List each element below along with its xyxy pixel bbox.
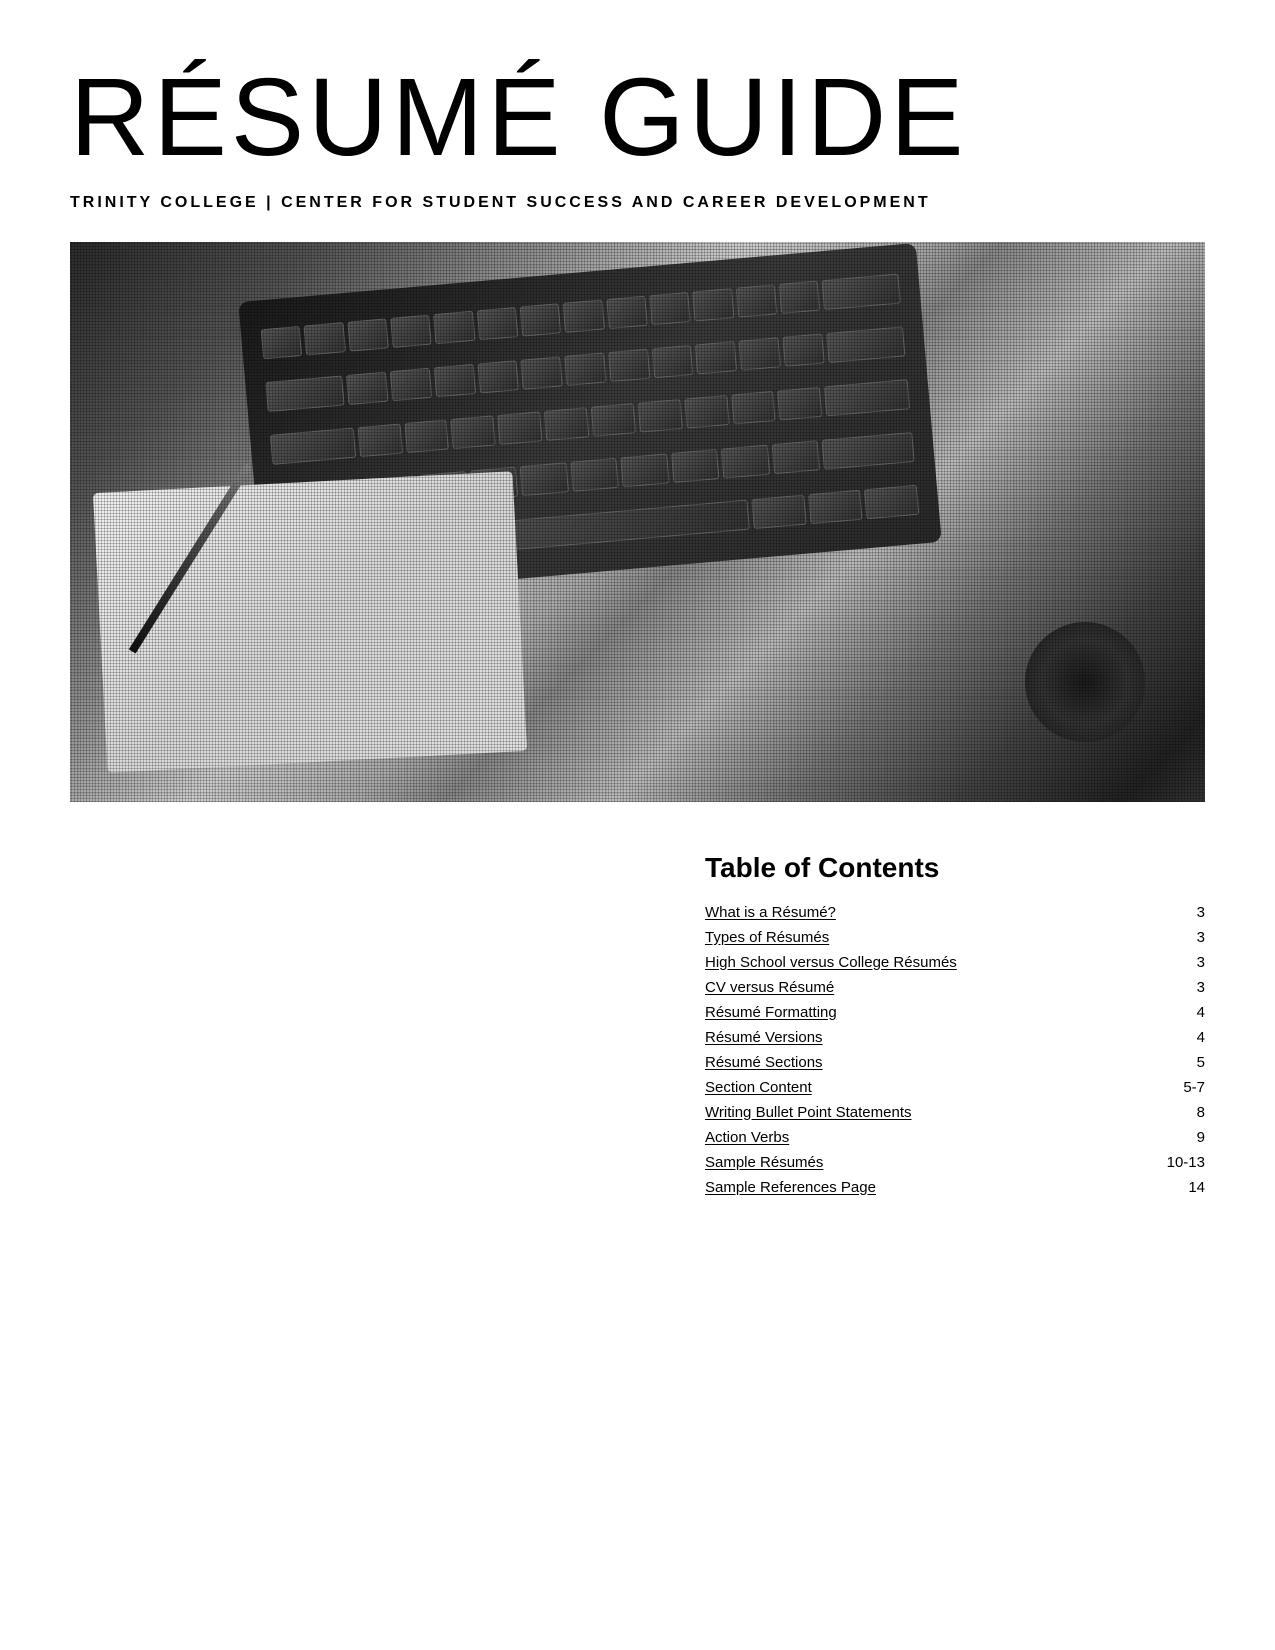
toc-page-number: 5: [1165, 1054, 1205, 1071]
toc-link[interactable]: Types of Résumés: [705, 929, 829, 946]
toc-page-number: 3: [1165, 954, 1205, 971]
toc-item: Résumé Formatting 4: [705, 1004, 1205, 1021]
toc-page-number: 5-7: [1165, 1079, 1205, 1096]
toc-item: Résumé Versions 4: [705, 1029, 1205, 1046]
toc-page-number: 14: [1165, 1179, 1205, 1196]
toc-item: Sample Résumés 10-13: [705, 1154, 1205, 1171]
toc-link[interactable]: High School versus College Résumés: [705, 954, 957, 971]
hero-image: [70, 242, 1205, 802]
toc-item: Writing Bullet Point Statements 8: [705, 1104, 1205, 1121]
toc-page-number: 4: [1165, 1029, 1205, 1046]
content-area: Table of Contents What is a Résumé?3Type…: [70, 852, 1205, 1204]
toc-item: High School versus College Résumés 3: [705, 954, 1205, 971]
toc-item: Sample References Page 14: [705, 1179, 1205, 1196]
toc-heading: Table of Contents: [705, 852, 1205, 884]
toc-page-number: 10-13: [1165, 1154, 1205, 1171]
hero-image-bg: [70, 242, 1205, 802]
toc-link[interactable]: Action Verbs: [705, 1129, 789, 1146]
toc-item: Section Content 5-7: [705, 1079, 1205, 1096]
toc-page-number: 8: [1165, 1104, 1205, 1121]
toc-link[interactable]: Résumé Formatting: [705, 1004, 837, 1021]
hero-overlay: [70, 242, 1205, 802]
toc-page-number: 9: [1165, 1129, 1205, 1146]
toc-page-number: 3: [1165, 929, 1205, 946]
toc-link[interactable]: Résumé Sections: [705, 1054, 823, 1071]
toc-page-number: 4: [1165, 1004, 1205, 1021]
page: RÉSUMÉ GUIDE TRINITY COLLEGE | CENTER FO…: [0, 0, 1275, 1650]
toc-link[interactable]: Résumé Versions: [705, 1029, 823, 1046]
toc-link[interactable]: Sample Résumés: [705, 1154, 823, 1171]
toc-link[interactable]: What is a Résumé?: [705, 904, 836, 921]
toc-item: Résumé Sections 5: [705, 1054, 1205, 1071]
toc-list: What is a Résumé?3Types of Résumés3High …: [705, 904, 1205, 1196]
toc-link[interactable]: Sample References Page: [705, 1179, 876, 1196]
toc-link[interactable]: Writing Bullet Point Statements: [705, 1104, 911, 1121]
toc-page-number: 3: [1165, 979, 1205, 996]
toc-item: What is a Résumé? 3: [705, 904, 1205, 921]
toc-link[interactable]: CV versus Résumé: [705, 979, 834, 996]
toc-page-number: 3: [1165, 904, 1205, 921]
toc-item: Types of Résumés 3: [705, 929, 1205, 946]
subtitle: TRINITY COLLEGE | CENTER FOR STUDENT SUC…: [70, 194, 1205, 212]
toc-item: Action Verbs 9: [705, 1129, 1205, 1146]
main-title: RÉSUMÉ GUIDE: [70, 60, 1205, 176]
toc-link[interactable]: Section Content: [705, 1079, 812, 1096]
toc-item: CV versus Résumé 3: [705, 979, 1205, 996]
toc-container: Table of Contents What is a Résumé?3Type…: [705, 852, 1205, 1204]
